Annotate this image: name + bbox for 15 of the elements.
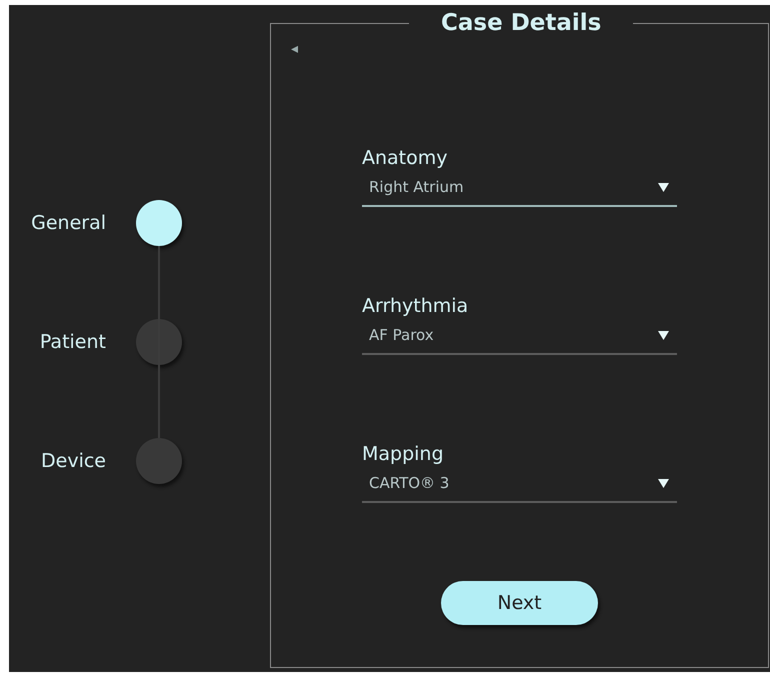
field-label: Mapping — [362, 442, 445, 466]
back-arrow[interactable]: ◂ — [291, 42, 298, 56]
step-label: Patient — [38, 330, 106, 355]
field-label: Anatomy — [362, 146, 449, 170]
dropdown-caret-icon — [658, 330, 669, 340]
step-label: General — [30, 211, 106, 236]
step-indicator[interactable] — [136, 200, 182, 246]
dropdown-caret-icon — [658, 182, 669, 192]
dropdown-field[interactable]: CARTO® 3 — [362, 472, 677, 502]
dropdown-caret-icon — [658, 478, 669, 488]
field-label: Arrhythmia — [362, 294, 470, 318]
next-button[interactable]: Next — [441, 581, 598, 625]
dropdown-field[interactable]: AF Parox — [362, 324, 677, 354]
step-label: Device — [40, 449, 106, 474]
dropdown-field[interactable]: Right Atrium — [362, 176, 677, 206]
